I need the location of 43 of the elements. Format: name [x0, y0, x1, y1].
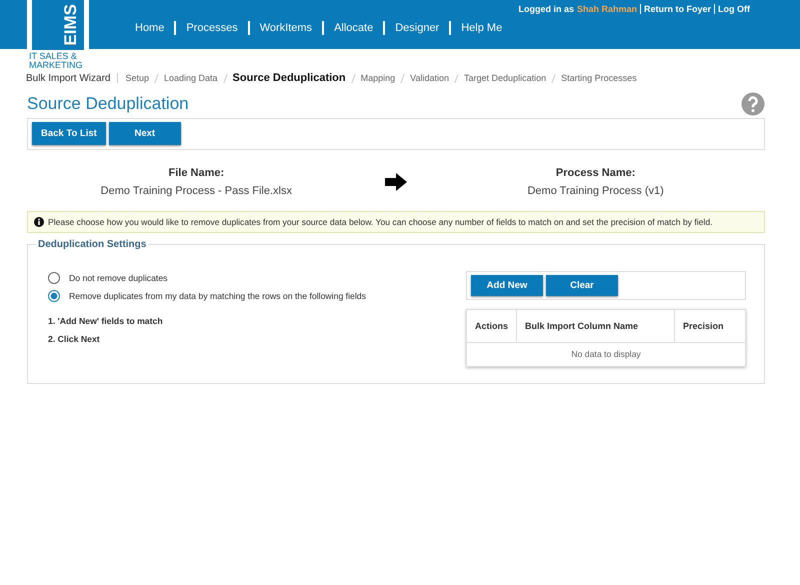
next-button[interactable]: Next — [108, 122, 181, 145]
wizard-step[interactable]: Target Deduplication — [464, 73, 546, 83]
wizard-step[interactable]: Source Deduplication — [232, 72, 346, 84]
option-label[interactable]: Do not remove duplicates — [69, 273, 168, 283]
instruction-text: 1. 'Add New' fields to match — [48, 316, 164, 326]
settings-legend: Deduplication Settings — [36, 239, 148, 250]
logo-mark: EIMS — [61, 4, 81, 46]
info-icon — [34, 217, 44, 227]
wizard-step[interactable]: Validation — [410, 73, 450, 83]
page-title: Source Deduplication — [27, 94, 189, 114]
instruction-text: 2. Click Next — [48, 334, 101, 344]
info-text: Please choose how you would like to remove duplicates from your source data below. You can choose any number of fields to match on and set the precision of match by field. — [48, 217, 712, 227]
back-button[interactable]: Back To List — [32, 122, 106, 145]
logo-caption: IT SALES & MARKETING — [29, 52, 84, 70]
help-icon[interactable] — [741, 92, 765, 116]
wizard-title: Bulk Import Wizard — [26, 72, 110, 84]
empty-message: No data to display — [570, 348, 642, 361]
process-name-value: Demo Training Process (v1) — [526, 185, 665, 197]
nav-link[interactable]: Processes — [176, 22, 248, 34]
header-link[interactable]: Return to Foyer — [644, 4, 711, 14]
column-header: Precision — [682, 320, 725, 333]
nav-link[interactable]: Designer — [385, 22, 450, 34]
nav-link[interactable]: Help Me — [451, 22, 512, 34]
radio-button[interactable] — [48, 272, 60, 284]
file-name-label: File Name: — [168, 167, 226, 179]
arrow-right-icon — [384, 173, 407, 191]
clear-button[interactable]: Clear — [546, 275, 618, 296]
add-new-button[interactable]: Add New — [471, 275, 543, 296]
option-label[interactable]: Remove duplicates from my data by matching the rows on the following fields — [69, 291, 366, 301]
wizard-step[interactable]: Loading Data — [164, 73, 218, 83]
radio-button[interactable] — [48, 290, 60, 302]
header-link[interactable]: Log Off — [718, 4, 750, 14]
column-header: Bulk Import Column Name — [517, 310, 675, 342]
process-name-label: Process Name: — [554, 167, 636, 179]
file-name-value: Demo Training Process - Pass File.xlsx — [100, 185, 293, 197]
wizard-step[interactable]: Mapping — [360, 73, 396, 83]
nav-link[interactable]: Home — [125, 22, 174, 34]
nav-link[interactable]: Allocate — [324, 22, 384, 34]
wizard-step[interactable]: Starting Processes — [561, 73, 637, 83]
column-header: Actions — [467, 310, 517, 342]
login-label: Logged in as — [518, 4, 574, 14]
nav-link[interactable]: WorkItems — [250, 22, 322, 34]
wizard-step[interactable]: Setup — [125, 73, 149, 83]
